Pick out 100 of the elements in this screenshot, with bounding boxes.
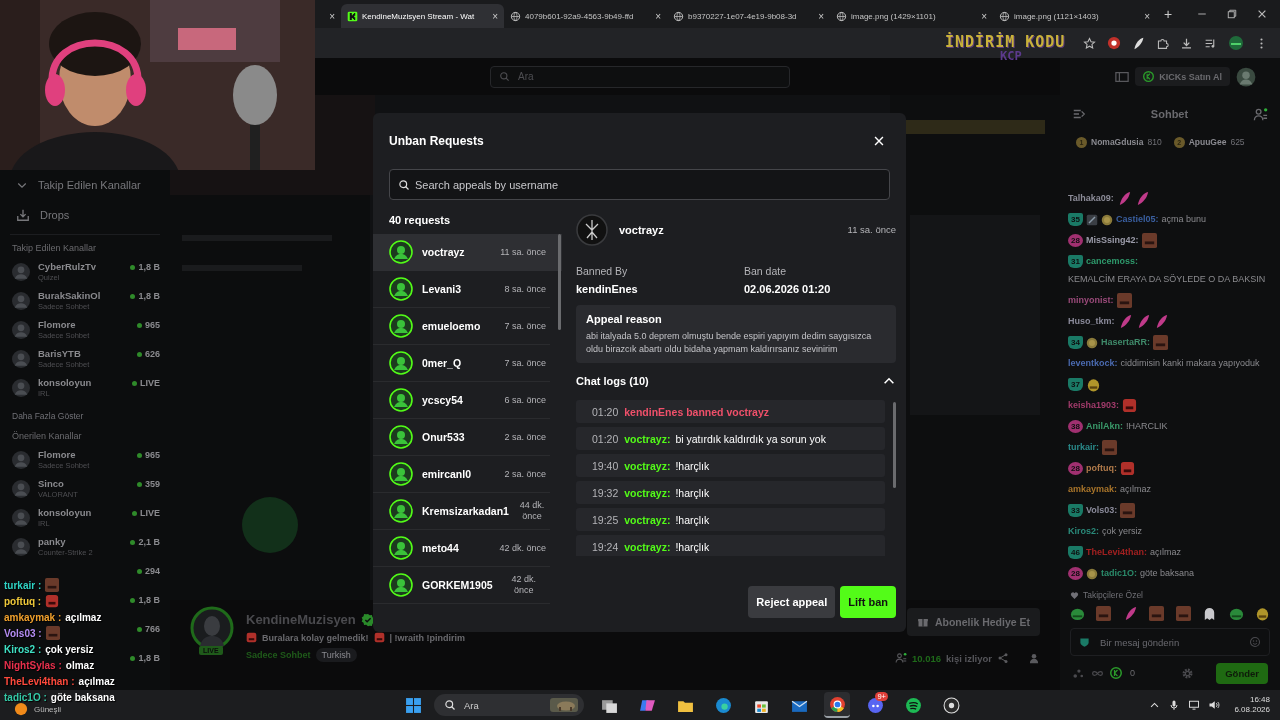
- avatar-icon: [389, 388, 413, 412]
- drop-badge: 28: [1068, 462, 1083, 475]
- browser-tab[interactable]: ×: [315, 4, 341, 28]
- browser-tab[interactable]: 4079b601-92a9-4563-9b49-ffd ×: [504, 4, 667, 28]
- user-name[interactable]: ApuuGee: [1188, 137, 1227, 147]
- message-text: !HARCLIK: [1126, 420, 1168, 433]
- channel-name[interactable]: konsoloyun: [38, 377, 124, 388]
- collapse-chat-icon[interactable]: [1072, 107, 1086, 121]
- network-icon[interactable]: [1188, 699, 1201, 711]
- users-icon[interactable]: [1253, 106, 1268, 122]
- feather-icon[interactable]: [1132, 36, 1145, 50]
- round-face-emote-icon[interactable]: [1254, 605, 1270, 621]
- request-item[interactable]: 0mer_Q 7 sa. önce: [373, 345, 550, 382]
- user-name: voctrayz:: [624, 432, 671, 445]
- user-name[interactable]: turkair:: [1068, 440, 1099, 455]
- reject-appeal-button[interactable]: Reject appeal: [748, 586, 836, 618]
- tab-close-button[interactable]: ×: [492, 10, 498, 22]
- puzzle-icon[interactable]: [1156, 36, 1169, 50]
- user-name[interactable]: tadic1O:: [1101, 566, 1137, 581]
- show-more-link[interactable]: Daha Fazla Göster: [0, 402, 170, 423]
- search-field[interactable]: Ara: [434, 694, 584, 716]
- restore-icon[interactable]: [1226, 8, 1238, 20]
- message-text: çok yersiz: [45, 643, 94, 655]
- browser-tab[interactable]: KendineMuzisyen Stream - Wat ×: [341, 4, 504, 28]
- user-name[interactable]: Huso_tkm:: [1068, 314, 1115, 329]
- tab-close-button[interactable]: ×: [655, 10, 661, 22]
- close-icon[interactable]: [1256, 8, 1268, 20]
- request-item[interactable]: Onur533 2 sa. önce: [373, 419, 550, 456]
- request-count: 40 requests: [388, 213, 452, 228]
- face-emote-icon: [1116, 293, 1132, 308]
- nav-item[interactable]: Takip Edilen Kanallar: [0, 170, 170, 200]
- request-item[interactable]: ycscy54 6 sa. önce: [373, 382, 550, 419]
- search-field[interactable]: Search appeals by username: [389, 169, 890, 200]
- tab-close-button[interactable]: ×: [1144, 10, 1150, 22]
- request-item[interactable]: GORKEM1905 42 dk. önce: [373, 567, 550, 604]
- user-name[interactable]: HasertaRR:: [1101, 335, 1151, 350]
- message-field[interactable]: Bir mesaj gönderin: [1070, 628, 1270, 656]
- browser-tab[interactable]: image.png (1121×1403) ×: [993, 4, 1156, 28]
- dialog-title: Unban Requests: [389, 134, 484, 148]
- user-name[interactable]: AnilAkn:: [1086, 419, 1123, 434]
- log-time: 01:20: [592, 432, 619, 445]
- user-name[interactable]: Kiros2:: [1068, 524, 1099, 539]
- user-name[interactable]: cancemoss:: [1086, 254, 1139, 269]
- field-label: Ban date: [744, 265, 788, 277]
- new-tab-button[interactable]: +: [1164, 6, 1173, 22]
- tab-close-button[interactable]: ×: [818, 10, 824, 22]
- user-name[interactable]: keisha1903:: [1068, 398, 1120, 413]
- channel-name[interactable]: BarisYTB: [38, 348, 129, 359]
- channel-name[interactable]: panky: [38, 536, 123, 547]
- user-name[interactable]: NomaGdusia: [1091, 137, 1144, 147]
- channel-name[interactable]: CyberRulzTv: [38, 261, 123, 272]
- user-name[interactable]: Castiel05:: [1116, 212, 1159, 227]
- request-item[interactable]: emircanl0 2 sa. önce: [373, 456, 550, 493]
- tag[interactable]: Turkish: [315, 648, 357, 662]
- request-time: 11 sa. önce: [500, 246, 546, 258]
- windows-start-icon[interactable]: [405, 696, 422, 714]
- lift-ban-button[interactable]: Lift ban: [840, 586, 896, 618]
- channel-name[interactable]: BurakSakinOl: [38, 290, 123, 301]
- download-icon[interactable]: [1180, 36, 1193, 50]
- request-item[interactable]: Levani3 8 sa. önce: [373, 271, 550, 308]
- microphone-icon[interactable]: [1168, 699, 1181, 711]
- avatar-icon[interactable]: [1236, 66, 1256, 87]
- request-time: 7 sa. önce: [504, 357, 546, 369]
- avatar-icon: [389, 314, 413, 338]
- profile-icon[interactable]: [1228, 35, 1244, 51]
- request-item[interactable]: emueloemo 7 sa. önce: [373, 308, 550, 345]
- volume-icon[interactable]: [1208, 699, 1221, 711]
- star-icon[interactable]: [1083, 36, 1096, 50]
- request-item[interactable]: meto44 42 dk. önce: [373, 530, 550, 567]
- gift-subscription-button[interactable]: Abonelik Hediye Et: [906, 608, 1040, 636]
- buy-kicks-button[interactable]: KICKs Satın Al: [1135, 67, 1230, 86]
- kick-logo-icon: [347, 10, 358, 22]
- theater-icon[interactable]: [1115, 69, 1130, 84]
- user-name[interactable]: leventkock:: [1068, 356, 1118, 371]
- share-icon[interactable]: [997, 652, 1009, 664]
- user-name[interactable]: minyonist:: [1068, 293, 1114, 308]
- channel-name[interactable]: Sinco: [38, 478, 129, 489]
- user-name[interactable]: poftuq:: [1086, 461, 1117, 476]
- avatar-icon: [389, 499, 413, 523]
- channel-name[interactable]: Flomore: [38, 449, 129, 460]
- live-dot-icon: [136, 568, 142, 574]
- playlist-icon[interactable]: [1204, 36, 1217, 50]
- tab-close-button[interactable]: ×: [981, 10, 987, 22]
- request-item[interactable]: voctrayz 11 sa. önce: [373, 234, 562, 271]
- tab-close-button[interactable]: ×: [329, 10, 335, 22]
- user-icon[interactable]: [1028, 652, 1040, 664]
- channel-name[interactable]: Flomore: [38, 319, 129, 330]
- channel-name[interactable]: konsoloyun: [38, 507, 124, 518]
- taskbar-app-button[interactable]: [824, 692, 850, 718]
- user-name[interactable]: amkaymak:: [1068, 482, 1118, 497]
- user-name[interactable]: Vols03:: [1086, 503, 1118, 518]
- live-dot-icon: [132, 380, 137, 386]
- browser-tab[interactable]: b9370227-1e07-4e19-9b08-3d ×: [667, 4, 830, 28]
- nav-item[interactable]: Drops: [0, 200, 170, 230]
- request-item[interactable]: Kremsizarkadan1 44 dk. önce: [373, 493, 550, 530]
- browser-tab[interactable]: image.png (1429×1101) ×: [830, 4, 993, 28]
- close-icon[interactable]: [872, 134, 886, 148]
- user-name[interactable]: MisSsing42:: [1086, 233, 1139, 248]
- chat-app-icon: [866, 696, 884, 714]
- user-name[interactable]: Talhaka09:: [1068, 191, 1114, 206]
